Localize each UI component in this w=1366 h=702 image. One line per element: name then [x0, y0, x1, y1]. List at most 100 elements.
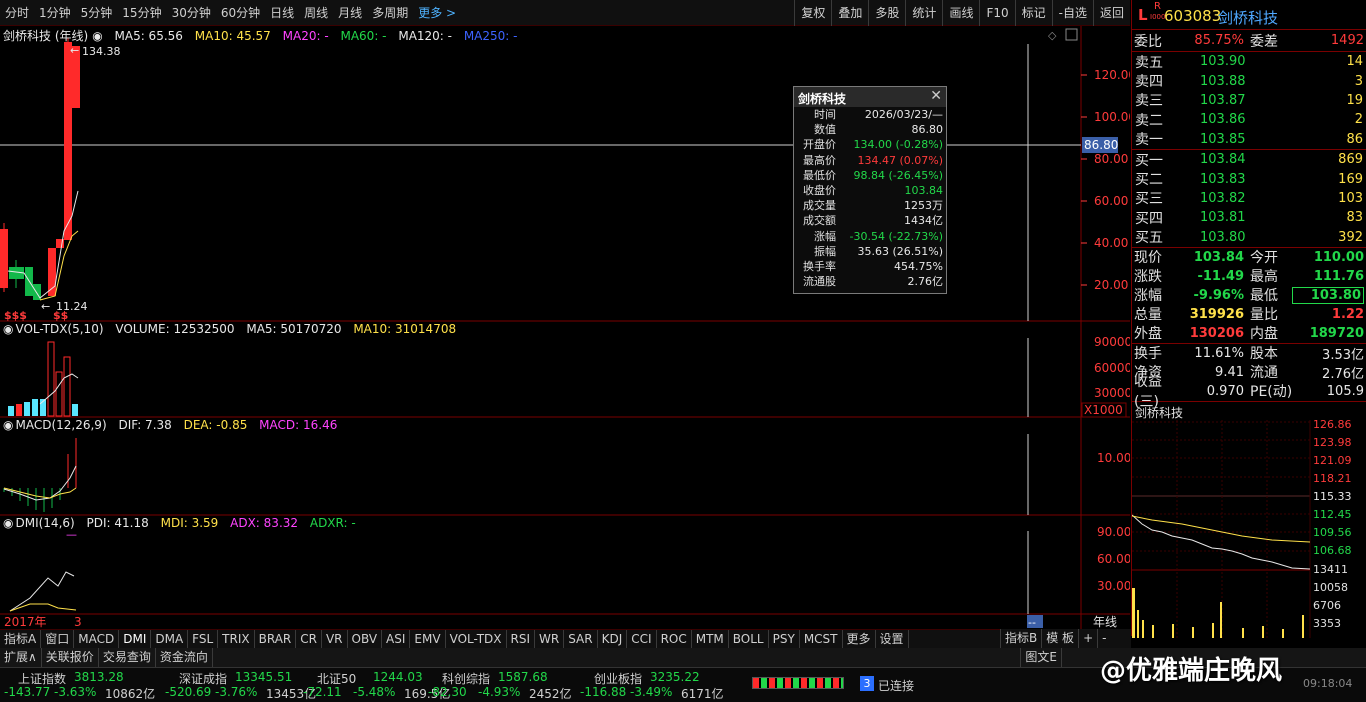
- fundamental-row: 收益(三) 0.970 PE(动) 105.9: [1132, 374, 1366, 410]
- weicha-value: 1492: [1330, 33, 1364, 48]
- stat-label: 最低: [1250, 288, 1278, 305]
- connection-status[interactable]: 已连接: [878, 677, 914, 694]
- mark-button[interactable]: 标记: [1014, 0, 1052, 26]
- indicator-tab-21[interactable]: BOLL: [729, 629, 769, 649]
- indicator-tab-5[interactable]: FSL: [188, 629, 219, 649]
- stock-code: 603083: [1164, 7, 1222, 25]
- y-tick-label: 60000: [1094, 361, 1130, 375]
- mini-y-tick: 126.86: [1313, 420, 1352, 431]
- level-volume: 14: [1346, 54, 1363, 70]
- period-tab-multi[interactable]: 多周期: [367, 4, 413, 21]
- ask-level-row[interactable]: 卖三 103.87 19: [1132, 91, 1366, 110]
- ask-level-row[interactable]: 卖五 103.90 14: [1132, 52, 1366, 71]
- period-more-button[interactable]: 更多 >: [413, 4, 461, 21]
- volume-bar: [47, 341, 55, 417]
- period-tab-daily[interactable]: 日线: [265, 4, 299, 21]
- indicator-tab-right-3[interactable]: -: [1097, 629, 1110, 648]
- back-button[interactable]: 返回: [1092, 0, 1130, 26]
- period-tab-60min[interactable]: 60分钟: [216, 4, 265, 21]
- indicator-tab-25[interactable]: 设置: [876, 629, 909, 649]
- ask-level-row[interactable]: 卖二 103.86 2: [1132, 110, 1366, 129]
- level-price: 103.90: [1200, 54, 1246, 70]
- indicator-tab-0[interactable]: 指标A: [0, 629, 42, 649]
- period-tab-15min[interactable]: 15分钟: [117, 4, 166, 21]
- indicator-tab-18[interactable]: CCI: [627, 629, 657, 649]
- ask-level-row[interactable]: 卖四 103.88 3: [1132, 71, 1366, 91]
- indicator-tab-10[interactable]: OBV: [348, 629, 383, 649]
- indicator-tab-12[interactable]: EMV: [410, 629, 446, 649]
- draw-line-button[interactable]: 画线: [942, 0, 979, 26]
- indicator-tab-right-2[interactable]: +: [1078, 629, 1097, 648]
- stat-label: 最高: [1250, 269, 1278, 286]
- indicator-tab-17[interactable]: KDJ: [598, 629, 628, 649]
- legend-toggle-icon[interactable]: ◉: [3, 516, 13, 530]
- mini-vol-tick: 6706: [1313, 599, 1341, 612]
- stat-value: 11.61%: [1194, 345, 1244, 361]
- stock-header[interactable]: L R I000 603083 剑桥科技: [1132, 0, 1366, 30]
- remove-watchlist-button[interactable]: -自选: [1051, 0, 1093, 26]
- indicator-tab-20[interactable]: MTM: [692, 629, 729, 649]
- indicator-tab-16[interactable]: SAR: [564, 629, 598, 649]
- tooltip-row-label: 时间: [814, 108, 836, 121]
- signal-markers: $$$: [4, 309, 27, 322]
- period-tab-5min[interactable]: 5分钟: [76, 4, 118, 21]
- indicator-tab-6[interactable]: TRIX: [218, 629, 255, 649]
- legend-toggle-icon[interactable]: ◉: [92, 29, 102, 43]
- close-icon[interactable]: ✕: [930, 88, 942, 104]
- ask-level-row[interactable]: 卖一 103.85 86: [1132, 130, 1366, 149]
- bid-level-row[interactable]: 买一 103.84 869: [1132, 150, 1366, 169]
- adjust-button[interactable]: 复权: [794, 0, 831, 26]
- indicator-tab-2[interactable]: MACD: [74, 629, 120, 649]
- diamond-icon[interactable]: ◇: [1048, 29, 1057, 42]
- indicator-tab-19[interactable]: ROC: [657, 629, 692, 649]
- indicator-tab-right-0[interactable]: 指标B: [1000, 629, 1041, 648]
- tooltip-title: 剑桥科技: [798, 92, 847, 106]
- period-tab-weekly[interactable]: 周线: [299, 4, 333, 21]
- indicator-tab-right-1[interactable]: 模 板: [1041, 629, 1078, 648]
- stats-button[interactable]: 统计: [905, 0, 942, 26]
- bid-level-row[interactable]: 买五 103.80 392: [1132, 228, 1366, 247]
- trade-query-tab[interactable]: 交易查询: [99, 648, 156, 667]
- indicator-tab-22[interactable]: PSY: [769, 629, 800, 649]
- low-arrow: ←: [41, 300, 50, 313]
- stat-label: 今开: [1250, 250, 1278, 267]
- indicator-tab-13[interactable]: VOL-TDX: [446, 629, 507, 649]
- capital-flow-tab[interactable]: 资金流向: [156, 648, 213, 667]
- indicator-tab-24[interactable]: 更多: [843, 629, 876, 649]
- expand-tab[interactable]: 扩展∧: [0, 648, 42, 667]
- indicator-tab-8[interactable]: CR: [296, 629, 322, 649]
- multi-stock-button[interactable]: 多股: [868, 0, 905, 26]
- window-restore-icon[interactable]: [1065, 28, 1078, 41]
- tooltip-row-value: -30.54 (-22.73%): [849, 229, 943, 243]
- period-tab-monthly[interactable]: 月线: [333, 4, 367, 21]
- indicator-tab-7[interactable]: BRAR: [255, 629, 297, 649]
- overlay-button[interactable]: 叠加: [831, 0, 868, 26]
- legend-toggle-icon[interactable]: ◉: [3, 322, 13, 336]
- period-tab-1min[interactable]: 1分钟: [34, 4, 76, 21]
- indicator-tab-1[interactable]: 窗口: [41, 629, 75, 649]
- tooltip-row-value: 134.00 (-0.28%): [853, 138, 943, 152]
- tooltip-row-label: 成交额: [803, 214, 836, 228]
- connection-count[interactable]: 3: [860, 676, 874, 691]
- level-label: 卖三: [1135, 93, 1163, 110]
- period-tab-timeshare[interactable]: 分时: [0, 4, 34, 21]
- legend-toggle-icon[interactable]: ◉: [3, 418, 13, 432]
- indicator-tab-15[interactable]: WR: [535, 629, 565, 649]
- indicator-tab-14[interactable]: RSI: [507, 629, 536, 649]
- mini-timeshare-chart[interactable]: 126.86 123.98 121.09 118.21 115.33 112.4…: [1131, 418, 1366, 638]
- graphic-text-tab[interactable]: 图文E: [1020, 648, 1062, 667]
- indicator-tab-23[interactable]: MCST: [800, 629, 843, 649]
- indicator-tab-4[interactable]: DMA: [151, 629, 189, 649]
- bid-level-row[interactable]: 买三 103.82 103: [1132, 189, 1366, 208]
- period-tab-30min[interactable]: 30分钟: [167, 4, 216, 21]
- f10-button[interactable]: F10: [979, 0, 1014, 26]
- indicator-tab-9[interactable]: VR: [322, 629, 348, 649]
- stat-label: 量比: [1250, 307, 1278, 324]
- macd-value: MACD: 16.46: [259, 418, 338, 432]
- main-chart-legend: 剑桥科技 (年线) ◉ MA5: 65.56 MA10: 45.57 MA20: …: [3, 27, 525, 44]
- bid-level-row[interactable]: 买二 103.83 169: [1132, 169, 1366, 189]
- indicator-tab-3[interactable]: DMI: [119, 629, 152, 649]
- indicator-tab-11[interactable]: ASI: [382, 629, 411, 649]
- bid-level-row[interactable]: 买四 103.81 83: [1132, 208, 1366, 227]
- related-quotes-tab[interactable]: 关联报价: [42, 648, 99, 667]
